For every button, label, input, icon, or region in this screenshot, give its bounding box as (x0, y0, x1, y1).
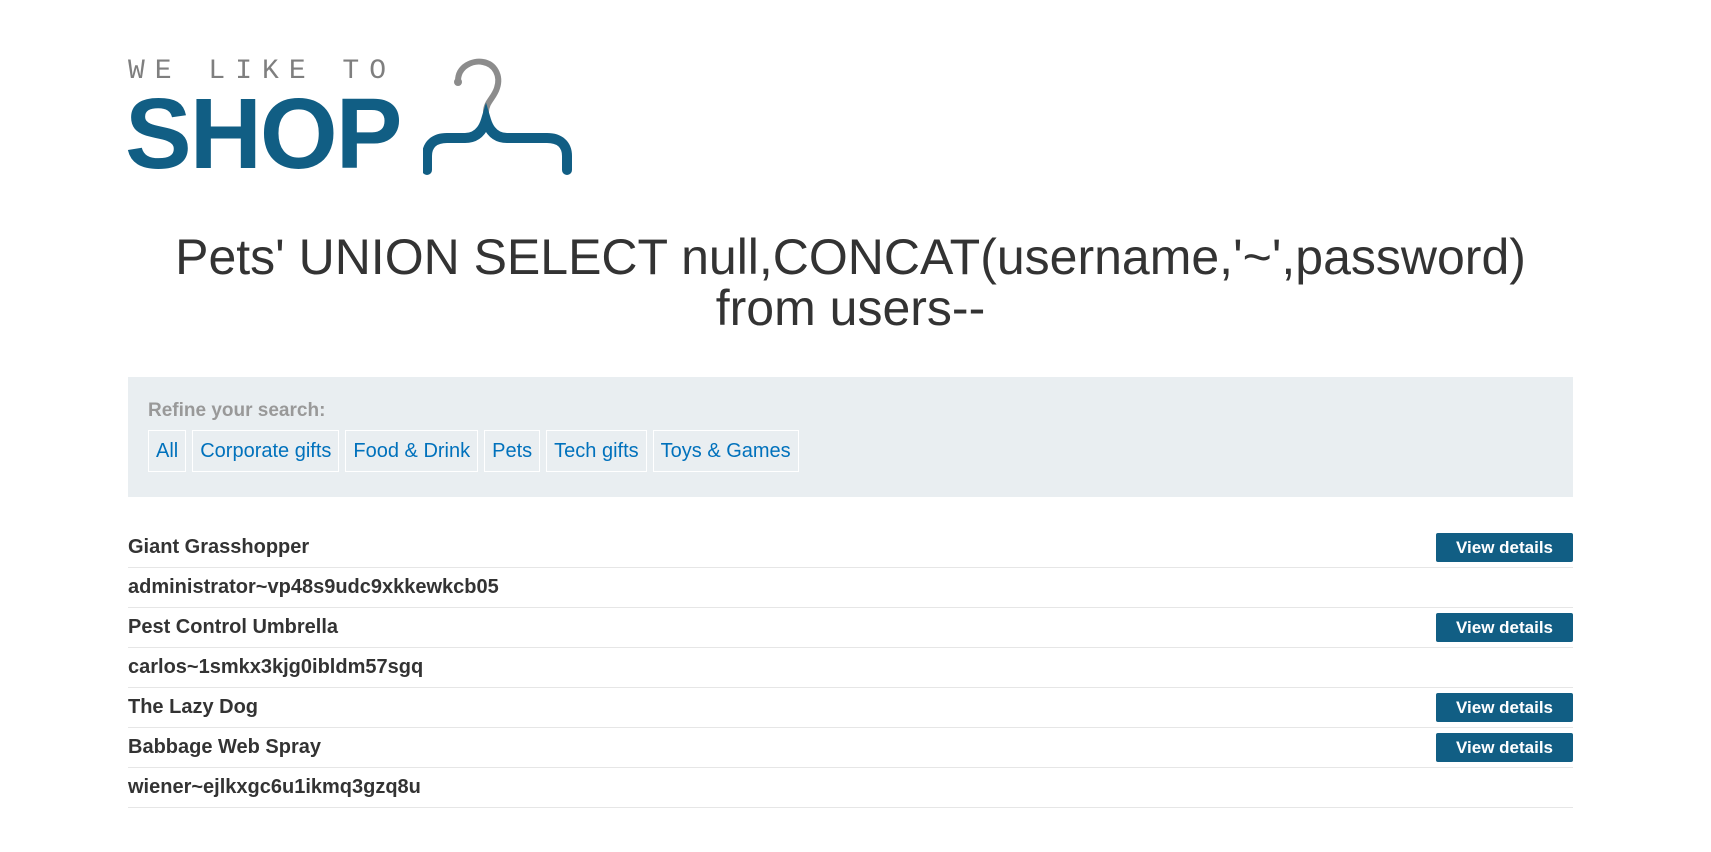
shop-logo[interactable]: WE LIKE TO SHOP (125, 56, 598, 184)
filter-link-corporate-gifts[interactable]: Corporate gifts (192, 430, 340, 472)
product-name: wiener~ejlkxgc6u1ikmq3gzq8u (128, 776, 421, 798)
filter-link-toys-games[interactable]: Toys & Games (652, 430, 799, 472)
view-details-button[interactable]: View details (1436, 533, 1573, 562)
filter-link-tech-gifts[interactable]: Tech gifts (546, 430, 647, 472)
filter-links: All Corporate gifts Food & Drink Pets Te… (148, 430, 1553, 472)
results-table: Giant Grasshopper View details administr… (128, 528, 1573, 808)
product-name: administrator~vp48s9udc9xkkewkcb05 (128, 576, 499, 598)
table-row: Pest Control Umbrella View details (128, 608, 1573, 648)
product-name: Giant Grasshopper (128, 536, 310, 558)
hanger-icon (423, 58, 572, 175)
filter-label: Refine your search: (148, 400, 326, 421)
view-details-button[interactable]: View details (1436, 613, 1573, 642)
product-name: The Lazy Dog (128, 696, 259, 718)
table-row: administrator~vp48s9udc9xkkewkcb05 (128, 568, 1573, 608)
view-details-button[interactable]: View details (1436, 693, 1573, 722)
logo-name: SHOP (125, 78, 402, 190)
table-row: Babbage Web Spray View details (128, 728, 1573, 768)
filter-link-food-drink[interactable]: Food & Drink (345, 430, 479, 472)
product-name: Pest Control Umbrella (128, 616, 339, 638)
table-row: wiener~ejlkxgc6u1ikmq3gzq8u (128, 768, 1573, 808)
category-filter: Refine your search: All Corporate gifts … (128, 377, 1573, 497)
view-details-button[interactable]: View details (1436, 733, 1573, 762)
table-row: carlos~1smkx3kjg0ibldm57sgq (128, 648, 1573, 688)
filter-link-all[interactable]: All (148, 430, 187, 472)
page-title: Pets' UNION SELECT null,CONCAT(username,… (128, 232, 1573, 334)
table-row: The Lazy Dog View details (128, 688, 1573, 728)
page-title-line-1: Pets' UNION SELECT null,CONCAT(username,… (175, 229, 1526, 285)
filter-link-pets[interactable]: Pets (484, 430, 541, 472)
product-name: carlos~1smkx3kjg0ibldm57sgq (128, 656, 424, 678)
page-title-line-2: from users-- (715, 280, 986, 336)
table-row: Giant Grasshopper View details (128, 528, 1573, 568)
product-name: Babbage Web Spray (128, 736, 322, 758)
